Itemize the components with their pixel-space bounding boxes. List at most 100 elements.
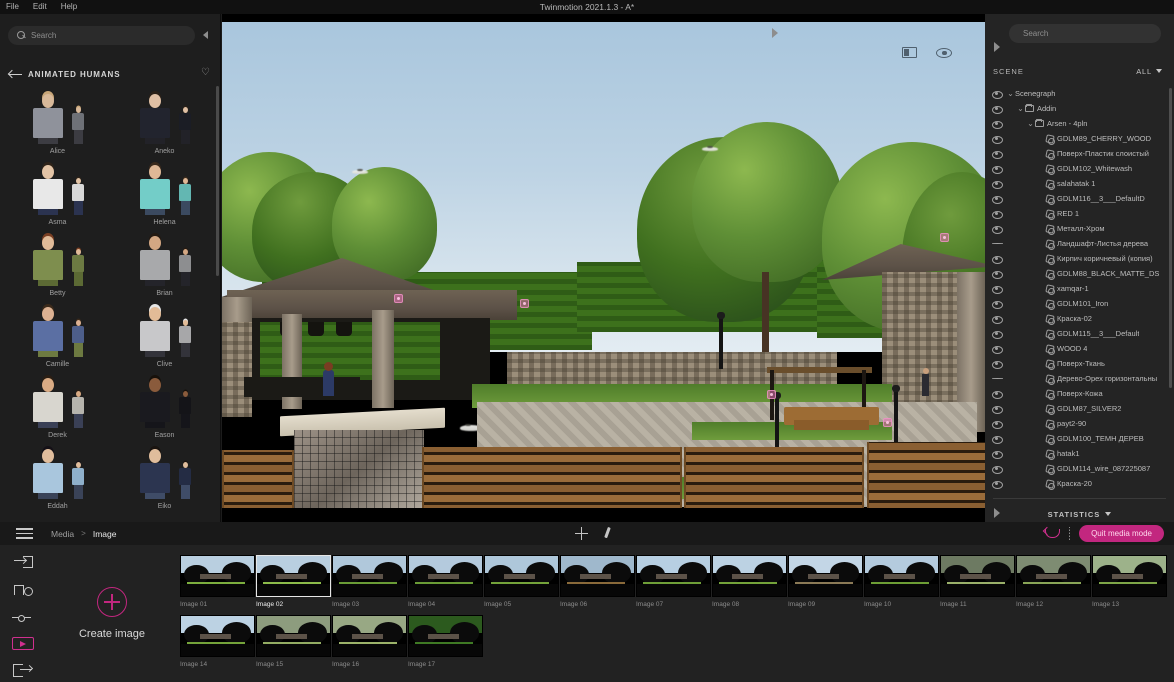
menu-file[interactable]: File [0,0,26,14]
panel-layout-icon[interactable] [902,47,917,58]
visibility-eye-icon[interactable] [991,118,1003,129]
scenegraph-row[interactable]: GDLM100_ТЕМН ДЕРЕВ [985,431,1174,446]
scenegraph-row[interactable]: GDLM114_wire_087225087 [985,461,1174,476]
visibility-eye-icon[interactable] [991,178,1003,189]
export-icon[interactable] [12,664,36,680]
menu-edit[interactable]: Edit [26,0,54,14]
scenegraph-row[interactable]: Поверх-Ткань [985,356,1174,371]
material-marker-3[interactable] [940,233,949,242]
visibility-eye-icon[interactable] [991,193,1003,204]
media-thumbnail[interactable]: Image 11 [940,555,1015,615]
3d-viewport[interactable] [222,14,985,522]
scenegraph-row[interactable]: hatak1 [985,446,1174,461]
visibility-eye-icon[interactable] [991,403,1003,414]
scenegraph-row[interactable]: ⌄ Scenegraph [985,86,1174,101]
visibility-eye-icon[interactable] [991,238,1003,249]
scenegraph-row[interactable]: GDLM115__3___Default [985,326,1174,341]
quit-media-mode-button[interactable]: Quit media mode [1079,525,1164,542]
media-thumbnail[interactable]: Image 16 [332,615,407,675]
media-thumbnail[interactable]: Image 07 [636,555,711,615]
scenegraph-row[interactable]: salahatak 1 [985,176,1174,191]
visibility-eye-icon[interactable] [991,253,1003,264]
material-marker-2[interactable] [520,299,529,308]
media-thumbnail[interactable]: Image 03 [332,555,407,615]
media-thumbnail[interactable]: Image 14 [180,615,255,675]
expand-right-panel-button[interactable] [769,26,781,40]
visibility-eye-icon[interactable] [991,463,1003,474]
collapse-left-panel-button[interactable] [200,29,212,41]
visibility-eye-icon[interactable] [991,448,1003,459]
visibility-eye-icon[interactable] [991,88,1003,99]
library-asset-eiko[interactable]: Eiko [111,439,218,510]
material-marker-4[interactable] [767,390,776,399]
visibility-eye-icon[interactable] [991,148,1003,159]
scenegraph-row[interactable]: GDLM101_Iron [985,296,1174,311]
eyedropper-icon[interactable] [602,527,613,540]
material-marker-1[interactable] [394,294,403,303]
menu-help[interactable]: Help [54,0,84,14]
visibility-eye-icon[interactable] [991,418,1003,429]
visibility-eye-icon[interactable] [991,298,1003,309]
scenegraph-row[interactable]: Краска-20 [985,476,1174,491]
library-asset-alice[interactable]: Alice [4,84,111,155]
material-marker-5[interactable] [883,418,892,427]
library-asset-helena[interactable]: Helena [111,155,218,226]
visibility-eye-icon[interactable] [991,133,1003,144]
library-scrollbar[interactable] [216,86,219,276]
scenegraph-row[interactable]: ⌄ Addin [985,101,1174,116]
media-thumbnail[interactable]: Image 08 [712,555,787,615]
animation-icon[interactable] [12,583,36,599]
expand-caret-icon[interactable]: ⌄ [1026,116,1035,131]
scenegraph-row[interactable]: Кирпич коричневый (копия) [985,251,1174,266]
library-search-input[interactable]: Search [8,25,195,45]
scenegraph-tree[interactable]: ⌄ Scenegraph ⌄ Addin ⌄ Arsen - 4pln GDLM89_CHE… [985,86,1174,496]
visibility-eye-icon[interactable] [991,388,1003,399]
visibility-eye-icon[interactable] [991,433,1003,444]
scenegraph-row[interactable]: WOOD 4 [985,341,1174,356]
visibility-eye-icon[interactable] [991,208,1003,219]
scenegraph-row[interactable]: Ландшафт-Листья дерева [985,236,1174,251]
scenegraph-row[interactable]: GDLM89_CHERRY_WOOD [985,131,1174,146]
scenegraph-row[interactable]: RED 1 [985,206,1174,221]
scene-filter-dropdown[interactable]: ALL [1136,67,1162,76]
scenegraph-row[interactable]: ⌄ Arsen - 4pln [985,116,1174,131]
media-thumbnail[interactable]: Image 04 [408,555,483,615]
library-asset-clive[interactable]: Clive [111,297,218,368]
library-asset-grid[interactable]: Alice Aneko Asma Helena Betty Brian Camille Cli… [0,84,221,536]
move-tool-icon[interactable] [575,527,588,540]
media-thumbnail[interactable]: Image 10 [864,555,939,615]
expand-caret-icon[interactable]: ⌄ [1006,86,1015,101]
scenegraph-row[interactable]: xamqar-1 [985,281,1174,296]
media-thumbnail[interactable]: Image 13 [1092,555,1167,615]
media-thumbnail[interactable]: Image 15 [256,615,331,675]
visibility-eye-icon[interactable] [991,313,1003,324]
scenegraph-row[interactable]: GDLM87_SILVER2 [985,401,1174,416]
visibility-eye-icon[interactable] [991,358,1003,369]
scenegraph-row[interactable]: GDLM88_BLACK_MATTE_DS [985,266,1174,281]
library-asset-eddah[interactable]: Eddah [4,439,111,510]
breadcrumb-media[interactable]: Media [51,529,74,539]
library-asset-asma[interactable]: Asma [4,155,111,226]
scene-search-input[interactable]: Search [1009,24,1161,43]
scenegraph-row[interactable]: Поверх-Пластик слоистый [985,146,1174,161]
library-asset-brian[interactable]: Brian [111,226,218,297]
library-asset-betty[interactable]: Betty [4,226,111,297]
back-arrow-icon[interactable] [9,70,22,79]
scenegraph-row[interactable]: Дерево-Орех горизонтальны [985,371,1174,386]
visibility-eye-icon[interactable] [991,103,1003,114]
scenegraph-row[interactable]: GDLM116__3___DefaultD [985,191,1174,206]
scenegraph-row[interactable]: GDLM102_Whitewash [985,161,1174,176]
library-asset-eason[interactable]: Eason [111,368,218,439]
scenegraph-row[interactable]: Поверх-Кожа [985,386,1174,401]
media-thumbnail[interactable]: Image 02 [256,555,331,615]
media-thumbnail[interactable]: Image 17 [408,615,483,675]
statistics-section[interactable]: STATISTICS [985,506,1174,522]
import-icon[interactable] [12,556,36,572]
scenegraph-row[interactable]: Металл-Хром [985,221,1174,236]
visibility-eye-icon[interactable] [991,343,1003,354]
visibility-eye-icon[interactable] [991,223,1003,234]
library-asset-derek[interactable]: Derek [4,368,111,439]
heart-icon[interactable]: ♡ [200,67,211,78]
visibility-eye-icon[interactable] [991,373,1003,384]
hamburger-icon[interactable] [16,525,33,541]
